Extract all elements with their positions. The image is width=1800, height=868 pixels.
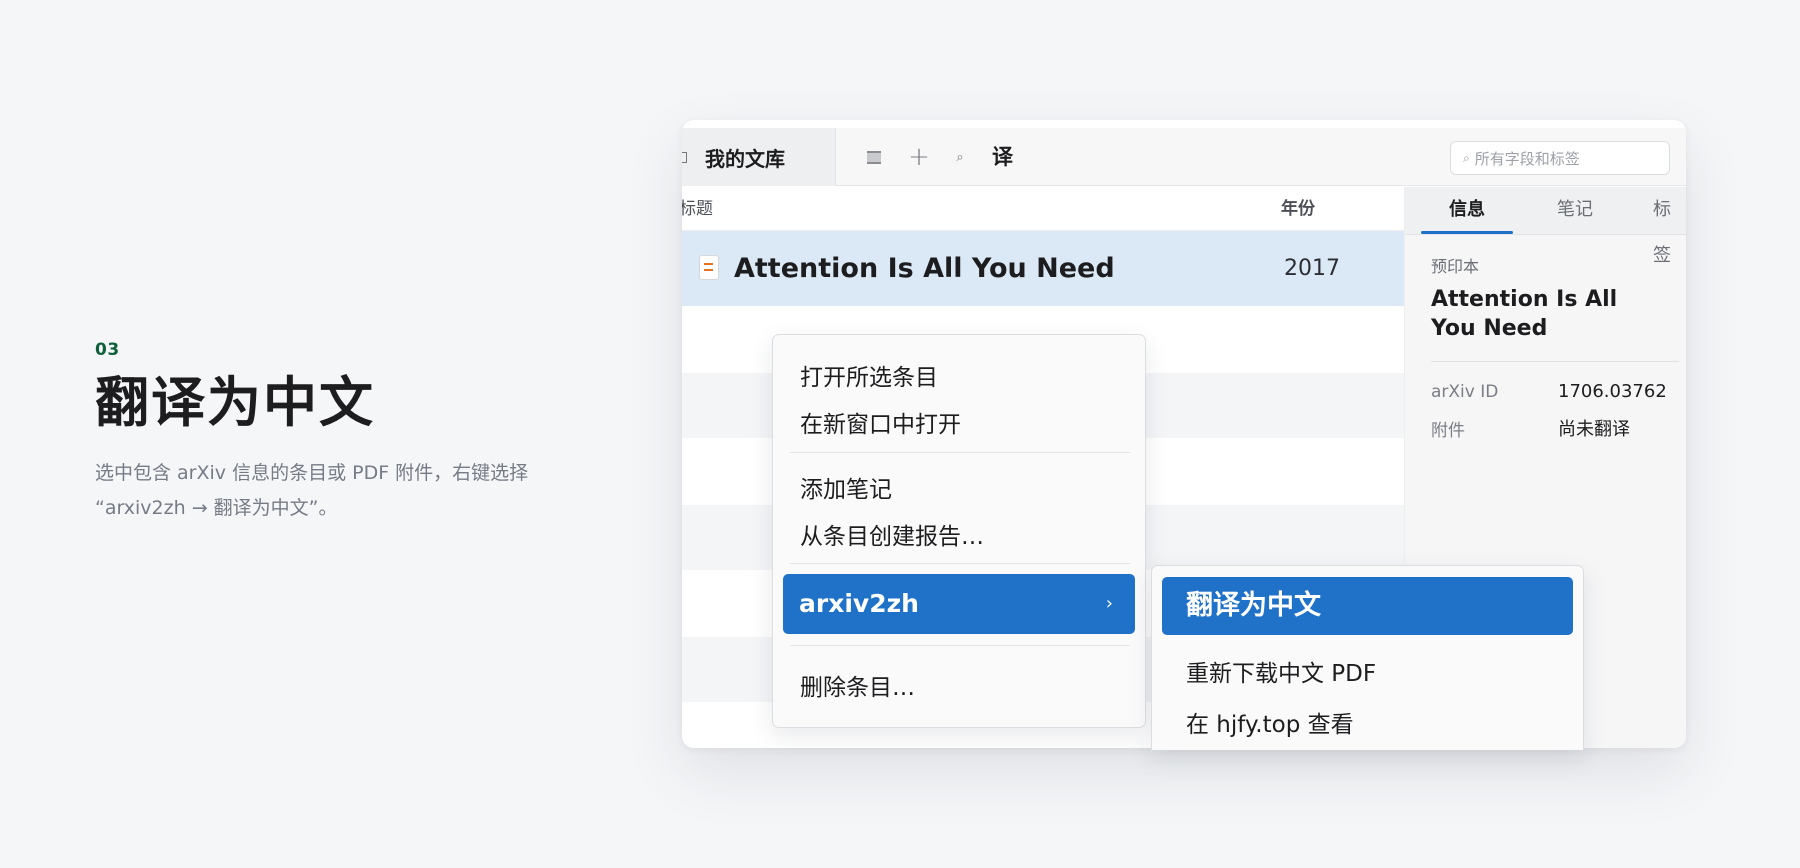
chevron-right-icon: › <box>1105 593 1113 614</box>
step-title: 翻译为中文 <box>95 371 375 434</box>
field-label-arxiv-id: arXiv ID <box>1431 382 1499 402</box>
menu-item-arxiv2zh-label: arxiv2zh <box>799 589 919 618</box>
arxiv2zh-submenu: 翻译为中文 重新下载中文 PDF 在 hjfy.top 查看 <box>1151 565 1584 750</box>
pane-tabs: 信息 笔记 标签 <box>1405 187 1686 266</box>
tab-my-library[interactable]: 我的文库 <box>682 128 836 186</box>
toolbar: 我的文库 + ⌕ 译 ⌕ 所有字段和标签 <box>682 128 1686 186</box>
menu-item-arxiv2zh[interactable]: arxiv2zh › <box>783 574 1135 634</box>
step-caption: 03 翻译为中文 选中包含 arXiv 信息的条目或 PDF 附件，右键选择 “… <box>95 340 615 526</box>
menu-separator <box>790 645 1130 646</box>
field-value-arxiv-id: 1706.03762 <box>1558 381 1667 402</box>
field-value-attachment: 尚未翻译 <box>1558 419 1630 440</box>
menu-item-add-note[interactable]: 添加笔记 <box>800 470 892 504</box>
menu-item-open-new-window[interactable]: 在新窗口中打开 <box>800 405 961 439</box>
menu-item-open-selected[interactable]: 打开所选条目 <box>800 358 938 392</box>
row-title: Attention Is All You Need <box>734 253 1115 284</box>
step-description-line-2: “arxiv2zh → 翻译为中文”。 <box>95 497 338 519</box>
menu-item-create-report[interactable]: 从条目创建报告… <box>800 517 984 551</box>
list-header: 标题 年份 <box>682 187 1404 231</box>
tab-my-library-label: 我的文库 <box>705 146 785 171</box>
tab-tags[interactable]: 标签 <box>1653 187 1686 279</box>
search-icon[interactable]: ⌕ <box>945 128 975 186</box>
search-placeholder: 所有字段和标签 <box>1474 149 1580 168</box>
step-description-line-1: 选中包含 arXiv 信息的条目或 PDF 附件，右键选择 <box>95 462 529 484</box>
menu-item-delete[interactable]: 删除条目… <box>800 668 915 702</box>
list-icon[interactable] <box>862 128 886 186</box>
pane-divider <box>1431 361 1679 362</box>
context-menu: 打开所选条目 在新窗口中打开 添加笔记 从条目创建报告… arxiv2zh › … <box>772 334 1146 728</box>
submenu-item-view-on-hjfy[interactable]: 在 hjfy.top 查看 <box>1186 705 1354 739</box>
field-label-attachment: 附件 <box>1431 421 1465 441</box>
column-header-year[interactable]: 年份 <box>1281 187 1315 231</box>
menu-separator <box>790 452 1130 453</box>
submenu-item-translate-label: 翻译为中文 <box>1186 590 1321 621</box>
search-input[interactable]: ⌕ 所有字段和标签 <box>1450 141 1670 175</box>
library-icon <box>682 152 687 163</box>
row-year: 2017 <box>1284 256 1340 281</box>
tab-notes[interactable]: 笔记 <box>1557 187 1593 233</box>
translate-button[interactable]: 译 <box>992 128 1013 186</box>
table-row-selected[interactable]: Attention Is All You Need 2017 <box>682 231 1404 306</box>
plus-icon[interactable]: + <box>904 128 934 186</box>
tab-info[interactable]: 信息 <box>1449 187 1485 233</box>
step-number: 03 <box>95 340 120 360</box>
document-icon <box>699 255 719 280</box>
item-type: 预印本 <box>1431 257 1480 276</box>
submenu-item-translate[interactable]: 翻译为中文 <box>1162 577 1573 635</box>
search-field-icon: ⌕ <box>1463 150 1470 165</box>
menu-separator <box>790 563 1130 564</box>
column-header-title[interactable]: 标题 <box>682 187 713 231</box>
step-description: 选中包含 arXiv 信息的条目或 PDF 附件，右键选择 “arxiv2zh … <box>95 456 615 526</box>
active-tab-indicator <box>1421 231 1513 234</box>
item-title: Attention Is All You Need <box>1431 287 1618 341</box>
submenu-item-redownload-pdf[interactable]: 重新下载中文 PDF <box>1186 654 1376 688</box>
